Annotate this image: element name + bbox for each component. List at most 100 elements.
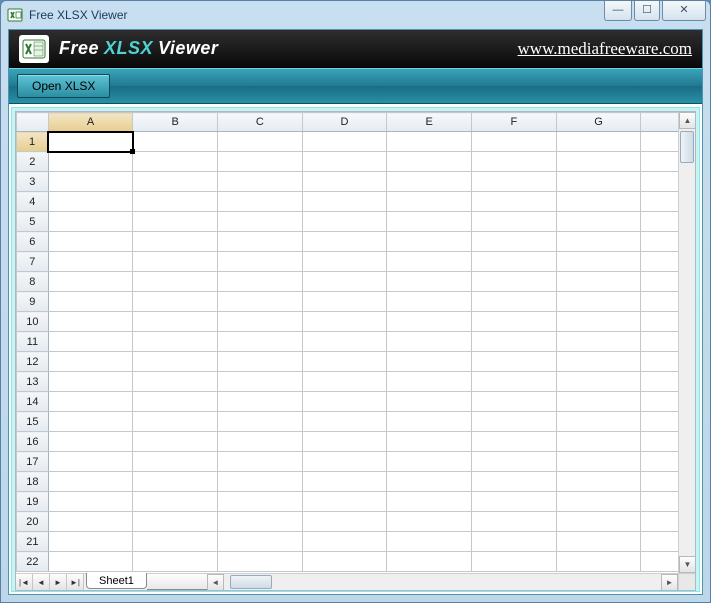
cell[interactable] — [556, 552, 641, 572]
vertical-scrollbar[interactable]: ▲ ▼ — [678, 112, 695, 573]
cell[interactable] — [556, 512, 641, 532]
minimize-button[interactable]: ― — [604, 1, 632, 21]
cell[interactable] — [133, 472, 218, 492]
cell[interactable] — [641, 172, 678, 192]
cell[interactable] — [218, 452, 303, 472]
cell[interactable] — [133, 552, 218, 572]
cell[interactable] — [218, 512, 303, 532]
cell[interactable] — [48, 372, 133, 392]
cell[interactable] — [641, 552, 678, 572]
row-header[interactable]: 19 — [17, 492, 49, 512]
cell[interactable] — [302, 152, 387, 172]
cell[interactable] — [302, 332, 387, 352]
cell[interactable] — [218, 472, 303, 492]
cell[interactable] — [472, 272, 557, 292]
column-header[interactable]: D — [302, 113, 387, 132]
cell[interactable] — [302, 132, 387, 152]
row-header[interactable]: 4 — [17, 192, 49, 212]
maximize-button[interactable]: ☐ — [634, 1, 660, 21]
cell[interactable] — [302, 552, 387, 572]
cell[interactable] — [387, 472, 472, 492]
cell[interactable] — [133, 192, 218, 212]
cell[interactable] — [641, 292, 678, 312]
cell[interactable] — [302, 172, 387, 192]
cell[interactable] — [218, 312, 303, 332]
cell[interactable] — [48, 552, 133, 572]
column-header[interactable]: H — [641, 113, 678, 132]
row-header[interactable]: 5 — [17, 212, 49, 232]
scroll-left-button[interactable]: ◄ — [207, 574, 224, 591]
scroll-right-button[interactable]: ► — [661, 574, 678, 591]
cell[interactable] — [133, 372, 218, 392]
cell[interactable] — [641, 272, 678, 292]
cell[interactable] — [48, 152, 133, 172]
cell[interactable] — [218, 172, 303, 192]
cell[interactable] — [556, 132, 641, 152]
next-sheet-button[interactable]: ► — [50, 574, 67, 590]
cell[interactable] — [387, 512, 472, 532]
column-header[interactable]: G — [556, 113, 641, 132]
titlebar[interactable]: Free XLSX Viewer ― ☐ ✕ — [1, 1, 710, 29]
cell[interactable] — [556, 432, 641, 452]
cell[interactable] — [556, 152, 641, 172]
cell[interactable] — [387, 452, 472, 472]
cell[interactable] — [472, 432, 557, 452]
row-header[interactable]: 10 — [17, 312, 49, 332]
vscroll-track[interactable] — [679, 129, 695, 556]
cell[interactable] — [48, 312, 133, 332]
cell[interactable] — [556, 352, 641, 372]
cell[interactable] — [302, 492, 387, 512]
cell[interactable] — [218, 492, 303, 512]
cell[interactable] — [556, 532, 641, 552]
close-button[interactable]: ✕ — [662, 1, 706, 21]
cell[interactable] — [387, 132, 472, 152]
cell[interactable] — [472, 252, 557, 272]
cell[interactable] — [133, 292, 218, 312]
row-header[interactable]: 9 — [17, 292, 49, 312]
cell[interactable] — [48, 452, 133, 472]
cell[interactable] — [641, 392, 678, 412]
cell[interactable] — [133, 312, 218, 332]
cell[interactable] — [556, 172, 641, 192]
cell[interactable] — [472, 512, 557, 532]
cell[interactable] — [218, 372, 303, 392]
cell[interactable] — [387, 252, 472, 272]
cell[interactable] — [302, 532, 387, 552]
cell[interactable] — [133, 352, 218, 372]
cell[interactable] — [641, 492, 678, 512]
cell[interactable] — [302, 232, 387, 252]
cell[interactable] — [641, 232, 678, 252]
cell[interactable] — [48, 192, 133, 212]
cell[interactable] — [641, 312, 678, 332]
row-header[interactable]: 8 — [17, 272, 49, 292]
cell[interactable] — [302, 412, 387, 432]
column-header[interactable]: A — [48, 113, 133, 132]
cell[interactable] — [556, 392, 641, 412]
cell[interactable] — [641, 372, 678, 392]
cell[interactable] — [556, 332, 641, 352]
cell[interactable] — [48, 412, 133, 432]
cell[interactable] — [641, 472, 678, 492]
cell[interactable] — [387, 392, 472, 412]
cell[interactable] — [556, 452, 641, 472]
cell[interactable] — [472, 552, 557, 572]
row-header[interactable]: 14 — [17, 392, 49, 412]
column-header[interactable]: F — [472, 113, 557, 132]
cell[interactable] — [641, 532, 678, 552]
cell[interactable] — [218, 232, 303, 252]
cell[interactable] — [302, 252, 387, 272]
cell[interactable] — [302, 212, 387, 232]
row-header[interactable]: 18 — [17, 472, 49, 492]
cell[interactable] — [556, 232, 641, 252]
scroll-down-button[interactable]: ▼ — [679, 556, 696, 573]
cell[interactable] — [48, 392, 133, 412]
row-header[interactable]: 3 — [17, 172, 49, 192]
cell[interactable] — [556, 372, 641, 392]
vendor-link[interactable]: www.mediafreeware.com — [518, 39, 692, 59]
cell[interactable] — [133, 432, 218, 452]
cell[interactable] — [133, 332, 218, 352]
cell[interactable] — [302, 372, 387, 392]
row-header[interactable]: 13 — [17, 372, 49, 392]
cell[interactable] — [133, 272, 218, 292]
cell[interactable] — [302, 192, 387, 212]
